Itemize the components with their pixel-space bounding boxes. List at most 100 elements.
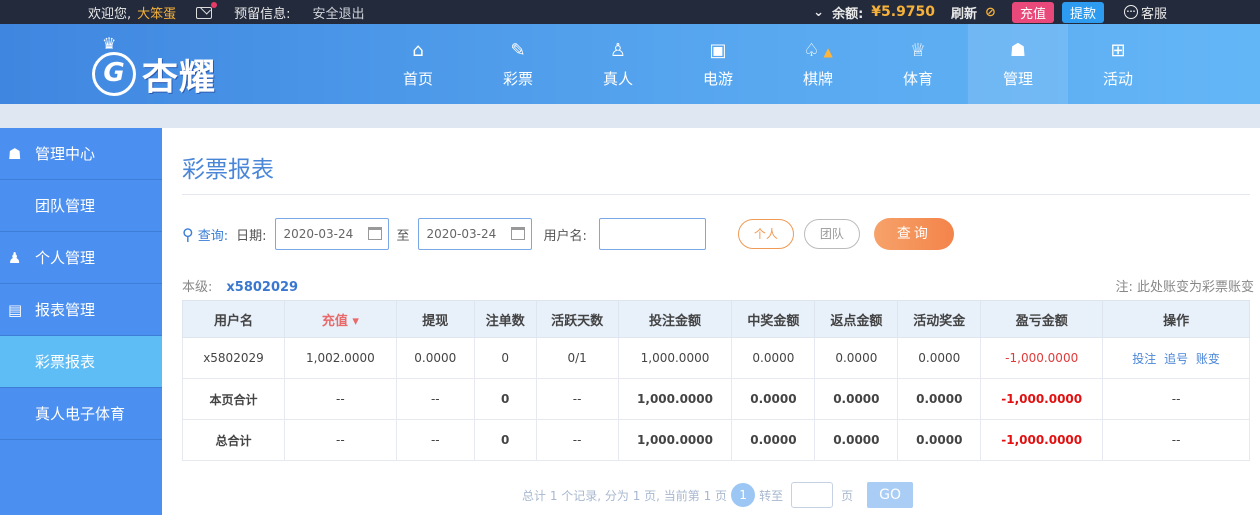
table-cell: 0.0000 <box>814 337 899 379</box>
ticket-icon: ✎ <box>510 39 526 61</box>
col-header: 提现 <box>395 300 475 338</box>
table-cell: -1,000.0000 <box>980 378 1104 420</box>
table-cell: 0 <box>473 337 537 379</box>
table-cell: 1,000.0000 <box>617 337 733 379</box>
eye-hide-icon[interactable]: ⊘ <box>985 5 996 20</box>
top-bar: 欢迎您, 大笨蛋 预留信息: 安全退出 ⌄ 余额: ¥5.9750 刷新 ⊘ 充… <box>0 0 1260 24</box>
table-cell: 0.0000 <box>731 378 816 420</box>
account-change-link[interactable]: 账变 <box>1196 352 1220 366</box>
query-button[interactable]: 查询 <box>873 218 954 250</box>
nav-activity[interactable]: ⊞ 活动 <box>1068 24 1168 104</box>
user-icon: ♟ <box>8 249 22 267</box>
report-table: 用户名 充值 ▾ 提现 注单数 活跃天数 投注金额 中奖金额 返点金额 活动奖金… <box>182 300 1250 461</box>
reserved-info-label: 预留信息: <box>234 7 291 22</box>
pagination: 总计 1 个记录, 分为 1 页, 当前第 1 页 1 转至 页 GO <box>522 482 914 508</box>
users-icon: ☗ <box>1009 39 1027 61</box>
sidebar-item-personal-management[interactable]: ♟ 个人管理 <box>0 232 162 284</box>
table-cell: 0.0000 <box>897 378 982 420</box>
goto-label: 转至 <box>759 488 784 503</box>
charge-button[interactable]: 充值 <box>1011 1 1054 23</box>
bet-link[interactable]: 投注 <box>1132 352 1156 366</box>
nav-home[interactable]: ⌂ 首页 <box>368 24 468 104</box>
team-toggle[interactable]: 团队 <box>803 219 860 249</box>
nav-live[interactable]: ♙ 真人 <box>568 24 668 104</box>
col-header: 盈亏金额 <box>980 300 1104 338</box>
nav-label: 活动 <box>1102 69 1133 88</box>
col-header: 活跃天数 <box>535 300 619 338</box>
trophy-icon: ♕ <box>909 39 927 61</box>
main-nav: ⌂ 首页 ✎ 彩票 ♙ 真人 ▣ 电游 ♤ ▲ 棋牌 ♕ 体育 ☗ 管理 ⊞ 活动 <box>368 24 1168 104</box>
table-cell: 0 <box>473 378 537 420</box>
personal-toggle[interactable]: 个人 <box>737 219 794 249</box>
sidebar-item-lottery-report[interactable]: 彩票报表 <box>0 336 162 388</box>
sidebar: ☗ 管理中心 团队管理 ♟ 个人管理 ▤ 报表管理 彩票报表 真人电子体育 <box>0 128 162 515</box>
date-from-input[interactable]: 2020-03-24 <box>274 218 389 250</box>
table-cell: -1,000.0000 <box>980 419 1104 461</box>
level-row: 本级: x5802029 <box>182 276 298 295</box>
logout-link[interactable]: 安全退出 <box>313 3 365 22</box>
table-cell: 0.0000 <box>897 337 982 379</box>
sidebar-item-team-management[interactable]: 团队管理 <box>0 180 162 232</box>
table-cell: 本页合计 <box>182 378 285 420</box>
sort-down-icon: ▾ <box>352 313 359 329</box>
crown-icon: ♛ <box>102 34 117 53</box>
calendar-icon[interactable] <box>510 227 525 240</box>
chase-link[interactable]: 追号 <box>1164 352 1188 366</box>
nav-cards[interactable]: ♤ ▲ 棋牌 <box>768 24 868 104</box>
table-cell: -- <box>395 378 475 420</box>
table-cell: 0.0000 <box>395 337 475 379</box>
col-header: 返点金额 <box>814 300 899 338</box>
table-cell: 0.0000 <box>814 378 899 420</box>
note-text: 注: 此处账变为彩票账变 <box>1115 280 1254 295</box>
sidebar-item-label: 报表管理 <box>35 301 96 319</box>
date-to-value: 2020-03-24 <box>426 227 497 241</box>
sidebar-item-live-sports[interactable]: 真人电子体育 <box>0 388 162 440</box>
balance-value: ¥5.9750 <box>871 4 936 20</box>
logo[interactable]: ♛ G 杏耀 <box>90 34 240 98</box>
nav-label: 电游 <box>702 69 733 88</box>
table-row: 总合计 -- -- 0 -- 1,000.0000 0.0000 0.0000 … <box>182 419 1250 461</box>
nav-slots[interactable]: ▣ 电游 <box>668 24 768 104</box>
col-header: 注单数 <box>473 300 537 338</box>
report-icon: ▤ <box>8 301 23 319</box>
withdraw-button[interactable]: 提款 <box>1061 1 1104 23</box>
mail-icon[interactable] <box>196 1 218 19</box>
col-header: 中奖金额 <box>731 300 816 338</box>
nav-sports[interactable]: ♕ 体育 <box>868 24 968 104</box>
go-button[interactable]: GO <box>867 482 914 508</box>
sidebar-item-label: 真人电子体育 <box>35 405 126 423</box>
customer-service-link[interactable]: ··· 客服 <box>1123 3 1167 22</box>
username-input[interactable] <box>598 218 706 250</box>
sidebar-item-report-management[interactable]: ▤ 报表管理 <box>0 284 162 336</box>
page-jump-input[interactable] <box>791 482 834 508</box>
level-user: x5802029 <box>226 280 299 295</box>
sidebar-item-management-center[interactable]: ☗ 管理中心 <box>0 128 162 180</box>
col-header: 操作 <box>1102 300 1250 338</box>
table-cell: -- <box>1102 378 1250 420</box>
service-label: 客服 <box>1140 6 1167 22</box>
home-icon: ⌂ <box>412 39 424 61</box>
col-header-label: 充值 <box>321 313 348 329</box>
table-cell: 0/1 <box>535 337 619 379</box>
table-row: 本页合计 -- -- 0 -- 1,000.0000 0.0000 0.0000… <box>182 378 1250 420</box>
nav-label: 棋牌 <box>802 69 833 88</box>
notification-dot <box>211 1 218 8</box>
chevron-down-icon[interactable]: ⌄ <box>813 5 824 20</box>
col-header-sortable[interactable]: 充值 ▾ <box>283 300 397 338</box>
sidebar-item-label: 管理中心 <box>35 145 96 163</box>
sidebar-item-label: 彩票报表 <box>35 353 96 371</box>
main-content: 彩票报表 ⚲ 查询: 日期: 2020-03-24 至 2020-03-24 用… <box>162 128 1260 515</box>
table-cell: 0 <box>473 419 537 461</box>
table-cell: -1,000.0000 <box>980 337 1104 379</box>
date-to-input[interactable]: 2020-03-24 <box>417 218 532 250</box>
nav-manage[interactable]: ☗ 管理 <box>968 24 1068 104</box>
nav-lottery[interactable]: ✎ 彩票 <box>468 24 568 104</box>
page-current[interactable]: 1 <box>731 483 756 507</box>
calendar-icon[interactable] <box>367 227 382 240</box>
nav-label: 体育 <box>902 69 933 88</box>
table-cell: -- <box>1102 419 1250 461</box>
balance-label: 余额: <box>832 6 864 22</box>
username-link[interactable]: 大笨蛋 <box>137 3 176 22</box>
refresh-link[interactable]: 刷新 <box>951 3 977 22</box>
table-cell: -- <box>535 419 619 461</box>
